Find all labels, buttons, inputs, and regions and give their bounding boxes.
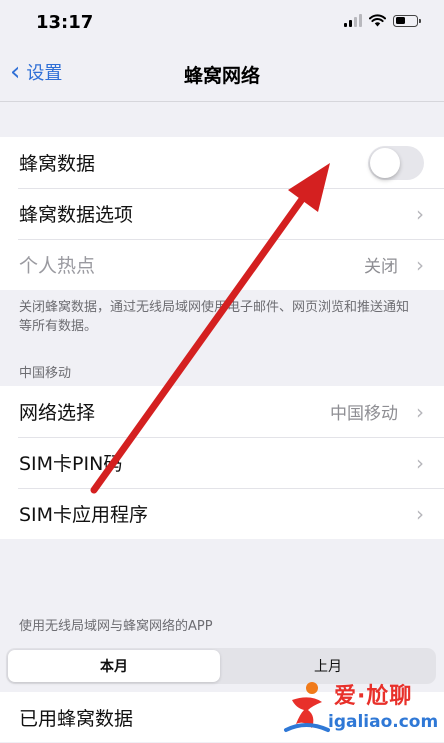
watermark-domain: igaliao.com: [328, 712, 439, 732]
cellular-data-options-label: 蜂窝数据选项: [19, 204, 134, 226]
battery-icon: [393, 14, 421, 27]
chevron-right-icon: ›: [416, 399, 424, 424]
cellular-data-row: 蜂窝数据: [0, 137, 444, 188]
status-time: 13:17: [36, 12, 94, 33]
tab-this-month[interactable]: 本月: [8, 650, 220, 682]
cellular-signal-icon: [344, 14, 362, 27]
cellular-data-footnote: 关闭蜂窝数据，通过无线局域网使用电子邮件、网页浏览和推送通知等所有数据。: [19, 300, 410, 334]
toggle-knob: [370, 148, 400, 178]
status-icons: [344, 14, 421, 27]
status-bar: 13:17: [0, 0, 444, 46]
wifi-icon: [369, 14, 386, 27]
cellular-data-toggle[interactable]: [368, 146, 424, 180]
used-cellular-data-label: 已用蜂窝数据: [19, 708, 134, 730]
chevron-right-icon: ›: [416, 450, 424, 475]
network-selection-label: 网络选择: [19, 402, 96, 424]
sim-applications-row[interactable]: SIM卡应用程序 ›: [0, 488, 444, 539]
navigation-bar: ‹ 设置 蜂窝网络: [0, 46, 444, 102]
cellular-data-options-row[interactable]: 蜂窝数据选项 ›: [0, 188, 444, 239]
watermark-brand: 爱·尬聊: [334, 684, 413, 709]
chevron-right-icon: ›: [416, 201, 424, 226]
network-selection-row[interactable]: 网络选择 中国移动 ›: [0, 386, 444, 437]
sim-pin-label: SIM卡PIN码: [19, 453, 123, 475]
runner-logo-icon: [284, 682, 330, 732]
sim-pin-row[interactable]: SIM卡PIN码 ›: [0, 437, 444, 488]
chevron-right-icon: ›: [416, 501, 424, 526]
usage-section-header: 使用无线局域网与蜂窝网络的APP: [19, 619, 213, 634]
personal-hotspot-value: 关闭: [364, 257, 398, 277]
personal-hotspot-label: 个人热点: [19, 255, 96, 277]
sim-applications-label: SIM卡应用程序: [19, 504, 149, 526]
nav-divider: [0, 101, 444, 102]
page-title: 蜂窝网络: [183, 65, 260, 87]
chevron-right-icon: ›: [416, 252, 424, 277]
carrier-section-header: 中国移动: [19, 366, 72, 381]
carrier-settings-group: 网络选择 中国移动 › SIM卡PIN码 › SIM卡应用程序 ›: [0, 386, 444, 539]
network-selection-value: 中国移动: [330, 404, 398, 424]
watermark-logo: 爱·尬聊 igaliao.com: [282, 678, 442, 740]
personal-hotspot-row[interactable]: 个人热点 关闭 ›: [0, 239, 444, 290]
cellular-data-label: 蜂窝数据: [19, 153, 96, 175]
cellular-settings-group: 蜂窝数据 蜂窝数据选项 › 个人热点 关闭 ›: [0, 137, 444, 290]
